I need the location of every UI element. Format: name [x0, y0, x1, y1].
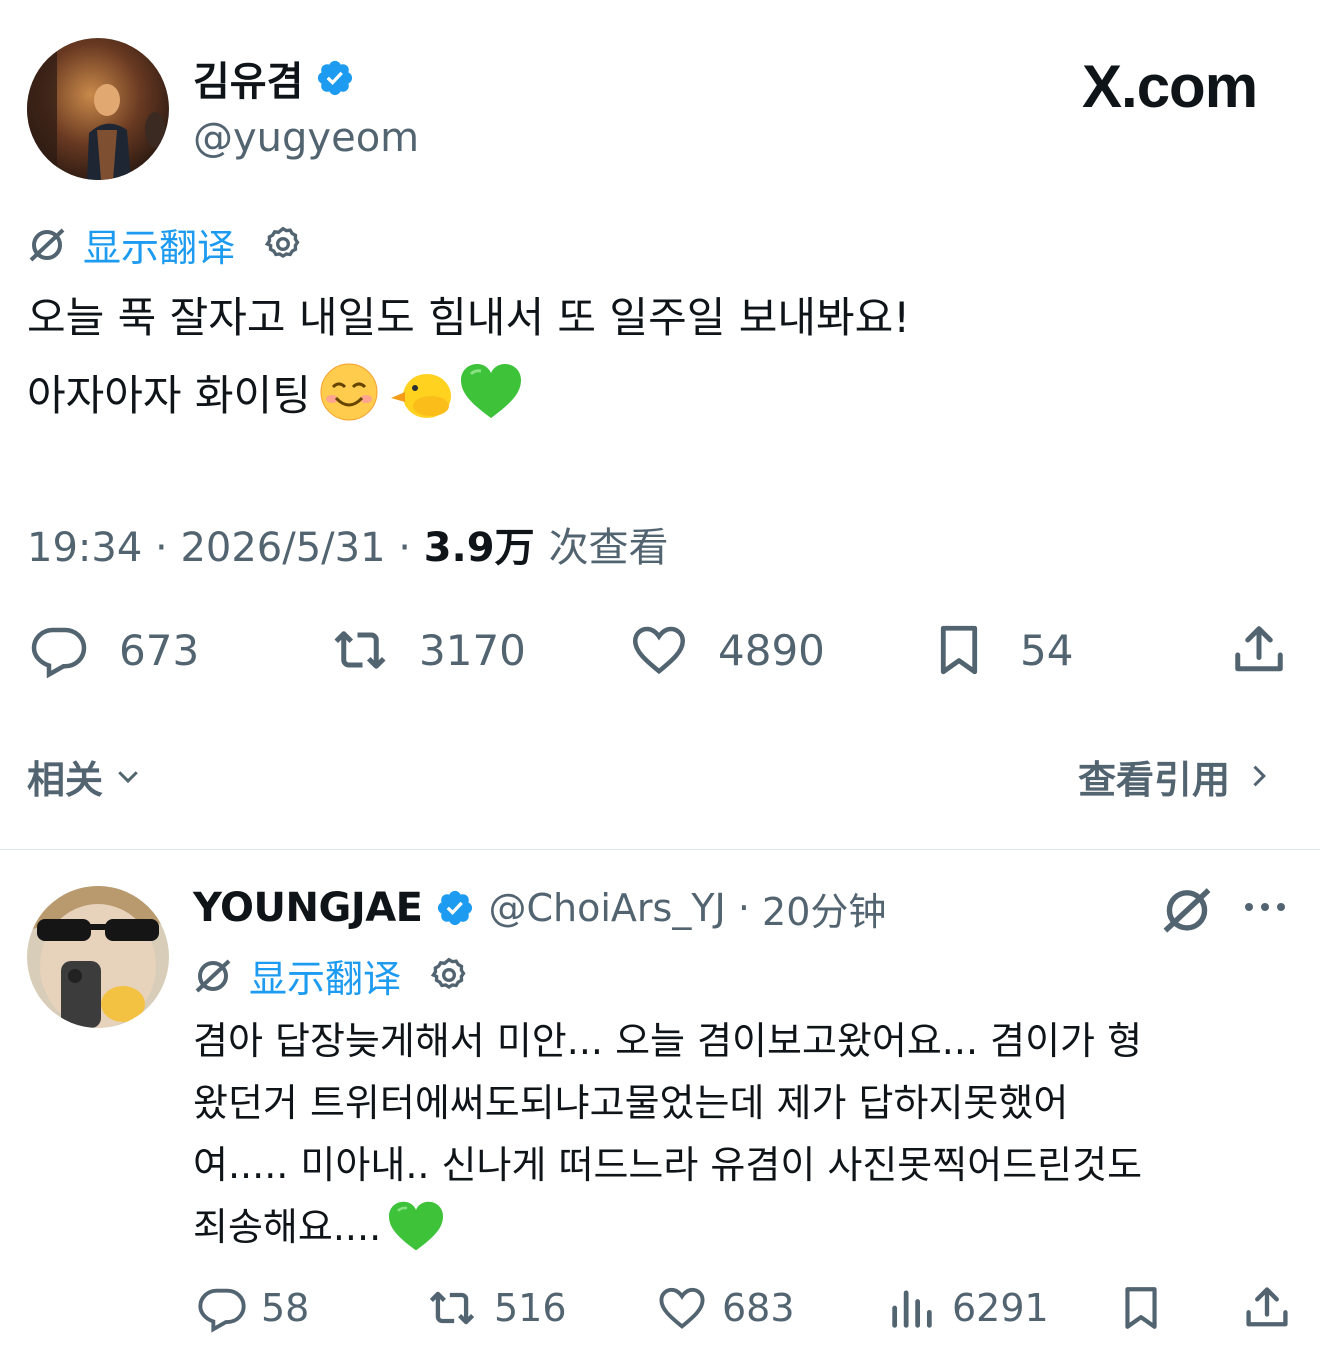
translate-icon [193, 955, 233, 995]
chevron-down-icon [113, 761, 143, 791]
tweet-text-line-1: 오늘 푹 잘자고 내일도 힘내서 또 일주일 보내봐요! [27, 293, 911, 342]
reply-reply-count: 58 [261, 1286, 310, 1330]
reply-author-avatar[interactable] [27, 886, 169, 1028]
meta-separator: · [725, 886, 763, 930]
reply-views-button[interactable]: 6291 [886, 1282, 1049, 1334]
views-label: 次查看 [548, 525, 669, 571]
tweet-text-line-2-text: 아자아자 화이팅 [27, 370, 311, 420]
views-icon [886, 1282, 938, 1334]
reply-time-ago[interactable]: 20分钟 [762, 881, 886, 936]
reply-handle[interactable]: @ChoiArs_YJ [489, 886, 726, 930]
reply-text-line-4-row: 죄송해요.... [193, 1196, 1142, 1258]
reply-views-count: 6291 [952, 1286, 1049, 1330]
reply-text-line-3: 여..... 미아내.. 신나게 떠드느라 유겸이 사진못찍어드린것도 [193, 1143, 1143, 1187]
share-button[interactable] [1228, 620, 1290, 680]
reply-icon [27, 620, 91, 680]
reply-icon [195, 1282, 249, 1334]
bookmark-icon [930, 620, 988, 680]
reply-display-name[interactable]: YOUNGJAE [193, 885, 423, 931]
reply-header: YOUNGJAE @ChoiArs_YJ · 20分钟 [193, 880, 886, 936]
like-count: 4890 [718, 625, 825, 675]
bookmark-icon [1116, 1282, 1166, 1334]
views-count: 3.9万 [423, 525, 535, 571]
reply-share-button[interactable] [1240, 1282, 1294, 1334]
watermark-text: X.com [1082, 52, 1258, 120]
more-icon[interactable] [1242, 895, 1288, 919]
show-translation-link[interactable]: 显示翻译 [83, 217, 235, 272]
tweet-metadata: 19:34 · 2026/5/31 · 3.9万 次查看 [27, 515, 669, 573]
meta-separator: · [385, 525, 424, 571]
reply-text-line-4: 죄송해요.... [193, 1205, 382, 1249]
reply-translate-row: 显示翻译 [193, 953, 469, 1001]
green-heart-emoji [387, 1200, 445, 1254]
verified-badge-icon [435, 888, 475, 928]
reply-reply-button[interactable]: 58 [195, 1282, 309, 1334]
like-icon [626, 620, 692, 680]
tweet-time[interactable]: 19:34 [27, 525, 142, 571]
like-icon [654, 1282, 710, 1334]
author-name-row: 김유겸 [193, 49, 355, 107]
related-toggle[interactable]: 相关 [27, 752, 143, 802]
bookmark-button[interactable]: 54 [930, 620, 1073, 680]
bookmark-count: 54 [1020, 625, 1074, 675]
reply-like-button[interactable]: 683 [654, 1282, 795, 1334]
chevron-right-icon [1244, 761, 1272, 791]
reply-text-line-2: 왔던거 트위터에써도되냐고물었는데 제가 답하지못했어 [193, 1081, 1069, 1125]
retweet-button[interactable]: 3170 [325, 620, 526, 680]
reply-retweet-count: 516 [494, 1286, 567, 1330]
related-label: 相关 [27, 757, 104, 802]
reply-button[interactable]: 673 [27, 620, 199, 680]
share-icon [1240, 1282, 1294, 1334]
like-button[interactable]: 4890 [626, 620, 825, 680]
reply-show-translation-link[interactable]: 显示翻译 [249, 948, 401, 1003]
retweet-count: 3170 [419, 625, 526, 675]
retweet-icon [422, 1282, 482, 1334]
reply-retweet-button[interactable]: 516 [422, 1282, 567, 1334]
verified-badge-icon [315, 58, 355, 98]
gear-icon[interactable] [429, 955, 469, 995]
view-quotes-label: 查看引用 [1078, 757, 1231, 802]
green-heart-emoji [459, 362, 523, 422]
chick-emoji [389, 362, 453, 422]
share-icon [1228, 620, 1290, 680]
author-handle[interactable]: @yugyeom [193, 115, 419, 161]
translate-icon [27, 224, 67, 264]
author-display-name[interactable]: 김유겸 [193, 49, 303, 107]
gear-icon[interactable] [263, 224, 303, 264]
reply-count: 673 [119, 625, 200, 675]
grok-icon[interactable] [1160, 882, 1214, 936]
reply-bookmark-button[interactable] [1116, 1282, 1166, 1334]
retweet-icon [325, 620, 395, 680]
tweet-date[interactable]: 2026/5/31 [180, 525, 385, 571]
reply-text-line-1: 겸아 답장늦게해서 미안... 오늘 겸이보고왔어요... 겸이가 형 [193, 1019, 1143, 1063]
smiling-face-emoji [319, 362, 379, 422]
tweet-text-line-2: 아자아자 화이팅 [27, 362, 523, 422]
section-divider [0, 849, 1320, 850]
translate-row: 显示翻译 [27, 222, 303, 270]
xcom-watermark: X.com [1082, 53, 1258, 120]
meta-separator: · [142, 525, 181, 571]
reply-text: 겸아 답장늦게해서 미안... 오늘 겸이보고왔어요... 겸이가 형 왔던거 … [193, 1010, 1142, 1258]
view-quotes-link[interactable]: 查看引用 [1078, 752, 1272, 802]
reply-like-count: 683 [722, 1286, 795, 1330]
author-avatar[interactable] [27, 38, 169, 180]
